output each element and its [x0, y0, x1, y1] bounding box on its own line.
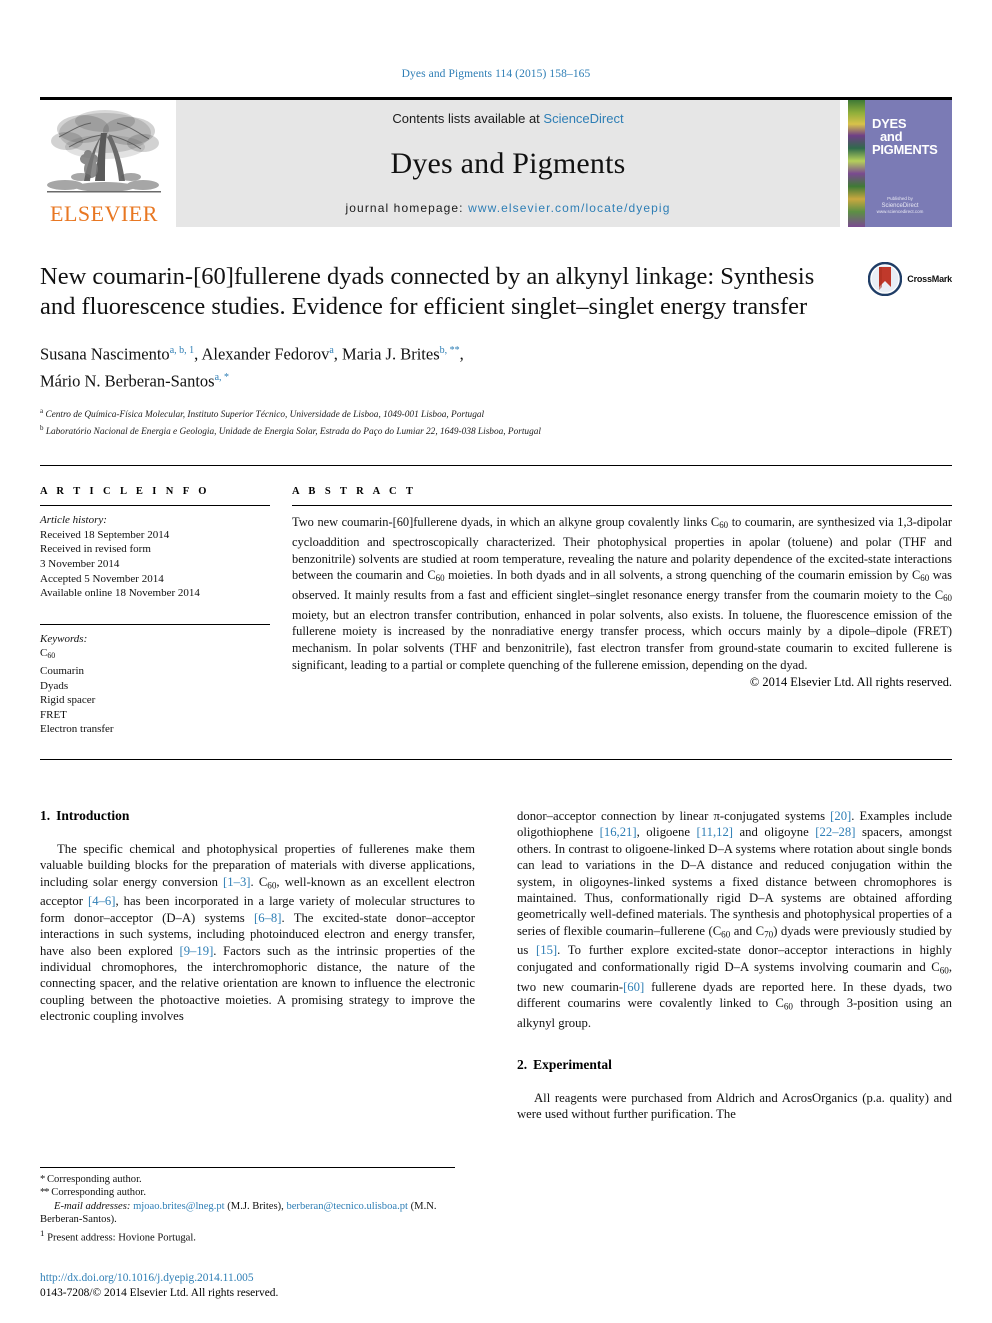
section-heading-introduction: 1. Introduction: [40, 808, 475, 824]
footnote-present-address: 1 Present address: Hovione Portugal.: [40, 1227, 455, 1245]
cover-footer: Published by ScienceDirect www.sciencedi…: [848, 196, 952, 215]
keyword-item: C60: [40, 647, 56, 661]
section-heading-experimental: 2. Experimental: [517, 1057, 952, 1073]
abstract-bottom-rule: [40, 758, 952, 760]
affiliation-text: Centro de Química-Física Molecular, Inst…: [45, 410, 485, 421]
running-head: Dyes and Pigments 114 (2015) 158–165: [401, 68, 591, 80]
footnote-text: Present address: Hovione Portugal.: [47, 1232, 196, 1244]
footnote-corresponding-author-1: * Corresponding author.: [40, 1173, 455, 1187]
page-title: New coumarin-[60]fullerene dyads connect…: [40, 263, 815, 320]
cover-published-by: Published by: [887, 196, 913, 201]
contents-line-prefix: Contents lists available at: [392, 111, 544, 126]
paragraph: All reagents were purchased from Aldrich…: [517, 1091, 952, 1122]
crossmark-label: CrossMark: [907, 274, 952, 284]
author-name: Mário N. Berberan-Santos: [40, 371, 215, 390]
affiliation-item: a Centro de Química-Física Molecular, In…: [40, 405, 952, 422]
keywords-block: Keywords: C60 Coumarin Dyads Rigid space…: [40, 617, 270, 737]
abstract-column: A B S T R A C T Two new coumarin-[60]ful…: [292, 486, 952, 737]
crossmark-badge[interactable]: CrossMark: [868, 262, 952, 296]
email-link-berberan[interactable]: berberan@tecnico.ulisboa.pt: [286, 1201, 408, 1212]
article-history-label: Article history:: [40, 514, 107, 527]
section-number: 2.: [517, 1057, 528, 1072]
contents-line: Contents lists available at ScienceDirec…: [392, 111, 623, 126]
affiliation-item: b Laboratório Nacional de Energia e Geol…: [40, 422, 952, 439]
journal-title: Dyes and Pigments: [390, 146, 626, 180]
elsevier-logo: ELSEVIER: [40, 100, 168, 227]
email-owner-brites: (M.J. Brites),: [227, 1200, 284, 1212]
section-title: Introduction: [56, 807, 130, 823]
author-name: Alexander Fedorov: [201, 344, 330, 364]
crossmark-icon: [868, 262, 903, 296]
cover-title: DYES and PIGMENTS: [872, 117, 938, 156]
author-name: Maria J. Brites: [342, 344, 440, 364]
author-affiliation-marks: b, **: [439, 345, 460, 356]
affiliation-mark: a: [40, 407, 44, 415]
footnote-text: Corresponding author.: [46, 1173, 142, 1185]
history-item: 3 November 2014: [40, 557, 120, 570]
doi-link[interactable]: http://dx.doi.org/10.1016/j.dyepig.2014.…: [40, 1271, 278, 1286]
author-list: Susana Nascimentoa, b, 1, Alexander Fedo…: [40, 344, 464, 391]
footnotes-block: * Corresponding author. ** Corresponding…: [40, 1166, 455, 1246]
affiliation-mark: b: [40, 423, 44, 432]
abstract-text: Two new coumarin-[60]fullerene dyads, in…: [292, 515, 952, 672]
history-item: Received in revised form: [40, 543, 151, 556]
author-affiliation-marks: a, *: [214, 371, 230, 383]
cover-imprint-sub: www.sciencedirect.com: [876, 209, 924, 214]
section-number: 1.: [40, 807, 51, 823]
homepage-label: journal homepage:: [345, 201, 469, 215]
journal-masthead: ELSEVIER Contents lists available at Sci…: [40, 97, 952, 227]
keywords-body: Keywords: C60 Coumarin Dyads Rigid space…: [40, 625, 270, 737]
keyword-item: Dyads: [40, 679, 69, 692]
body-column-right: donor–acceptor connection by linear π-co…: [517, 808, 952, 1133]
section-title: Experimental: [533, 1057, 612, 1072]
paragraph: The specific chemical and photophysical …: [40, 841, 476, 1024]
email-link-brites[interactable]: mjoao.brites@lneg.pt: [133, 1201, 225, 1212]
keywords-label: Keywords:: [40, 632, 88, 645]
author-affiliation-marks: a: [329, 345, 334, 356]
title-block: New coumarin-[60]fullerene dyads connect…: [40, 262, 952, 438]
footnote-mark: 1: [40, 1227, 45, 1238]
body-column-left: 1. Introduction The specific chemical and…: [40, 808, 475, 1133]
journal-cover-thumbnail: DYES and PIGMENTS Published by ScienceDi…: [848, 100, 952, 227]
body-columns: 1. Introduction The specific chemical and…: [40, 808, 952, 1133]
elsevier-wordmark: ELSEVIER: [50, 201, 158, 226]
info-abstract-region: A R T I C L E I N F O Article history: R…: [40, 465, 952, 737]
history-item: Received 18 September 2014: [40, 528, 170, 541]
keyword-item: Coumarin: [40, 664, 84, 677]
footnote-mark: **: [40, 1187, 50, 1199]
email-addresses-label: E-mail addresses:: [54, 1200, 131, 1212]
author-affiliation-marks: a, b, 1: [169, 345, 195, 356]
affiliation-list: a Centro de Química-Física Molecular, In…: [40, 405, 952, 438]
issn-copyright-line: 0143-7208/© 2014 Elsevier Ltd. All right…: [40, 1287, 279, 1299]
sciencedirect-link[interactable]: ScienceDirect: [543, 111, 623, 126]
article-info-heading: A R T I C L E I N F O: [40, 486, 210, 498]
keyword-item: Electron transfer: [40, 723, 114, 736]
cover-title-line3: PIGMENTS: [872, 142, 938, 157]
abstract-heading: A B S T R A C T: [292, 486, 417, 498]
footnote-mark: *: [40, 1173, 45, 1185]
journal-banner: Contents lists available at ScienceDirec…: [176, 100, 840, 227]
history-item: Accepted 5 November 2014: [40, 572, 164, 585]
affiliation-text: Laboratório Nacional de Energia e Geolog…: [45, 426, 541, 437]
author-name: Susana Nascimento: [40, 344, 170, 364]
footnote-text: Corresponding author.: [51, 1187, 146, 1199]
article-page: Dyes and Pigments 114 (2015) 158–165 ELS…: [0, 0, 992, 1323]
footnote-emails: E-mail addresses: mjoao.brites@lneg.pt (…: [40, 1200, 455, 1227]
footnote-corresponding-author-2: ** Corresponding author.: [40, 1186, 455, 1200]
article-history: Article history: Received 18 September 2…: [40, 506, 270, 601]
keyword-item: FRET: [40, 708, 67, 721]
homepage-url-link[interactable]: www.elsevier.com/locate/dyepig: [468, 201, 670, 215]
doi-block: http://dx.doi.org/10.1016/j.dyepig.2014.…: [40, 1271, 278, 1301]
article-info-column: A R T I C L E I N F O Article history: R…: [40, 486, 270, 737]
elsevier-tree-icon: [45, 107, 163, 203]
journal-homepage-line: journal homepage: www.elsevier.com/locat…: [346, 201, 671, 215]
history-item: Available online 18 November 2014: [40, 587, 200, 600]
keyword-item: Rigid spacer: [40, 694, 96, 707]
abstract-copyright: © 2014 Elsevier Ltd. All rights reserved…: [749, 675, 952, 690]
paragraph: donor–acceptor connection by linear π-co…: [517, 808, 953, 1030]
